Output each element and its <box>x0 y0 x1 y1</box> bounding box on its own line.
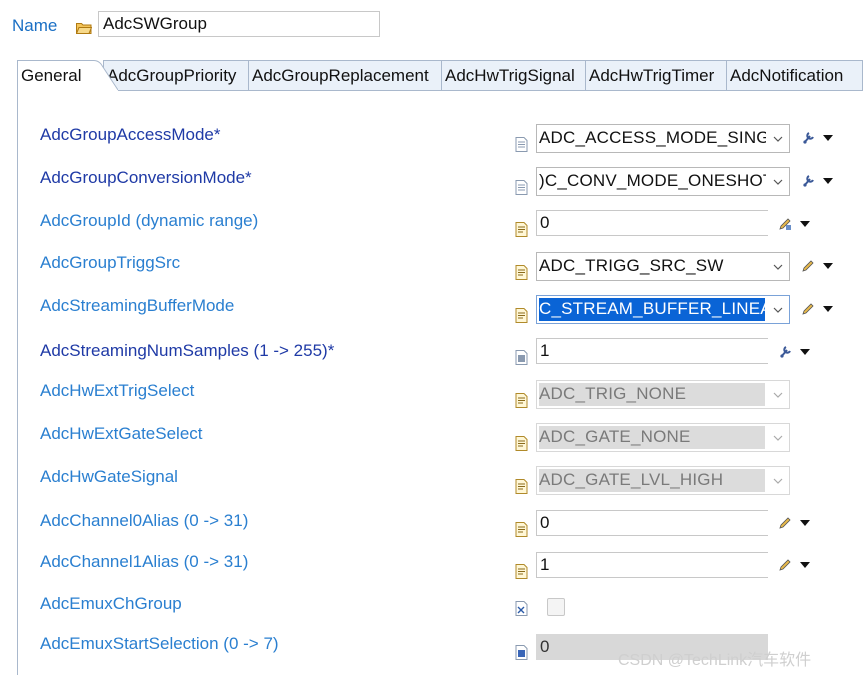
adc-emux-ch-group-checkbox[interactable] <box>547 598 565 616</box>
adc-emux-start-selection-label: AdcEmuxStartSelection (0 -> 7) <box>40 634 279 653</box>
document-icon <box>515 180 528 195</box>
edit-document-icon <box>515 265 528 280</box>
combo-value: ADC_GATE_NONE <box>539 427 691 446</box>
adc-group-access-mode-combo[interactable]: ADC_ACCESS_MODE_SINGLE <box>536 124 790 153</box>
pencil-calc-icon[interactable] <box>778 217 792 231</box>
pencil-icon[interactable] <box>801 259 815 273</box>
dropdown-arrow-icon[interactable] <box>822 305 834 313</box>
adc-group-access-mode-label: AdcGroupAccessMode* <box>40 125 221 144</box>
document-icon <box>515 137 528 152</box>
edit-document-icon <box>515 393 528 408</box>
edit-document-icon <box>515 436 528 451</box>
combo-value: ADC_TRIG_NONE <box>539 384 687 403</box>
name-label: Name <box>12 16 58 35</box>
adc-channel1-alias-label: AdcChannel1Alias (0 -> 31) <box>40 552 249 571</box>
adc-hw-ext-gate-select-combo: ADC_GATE_NONE <box>536 423 790 452</box>
calc-document-icon <box>515 350 528 365</box>
dropdown-arrow-icon[interactable] <box>822 262 834 270</box>
chevron-down-icon[interactable] <box>766 253 789 280</box>
combo-value: ADC_TRIGG_SRC_SW <box>539 256 724 275</box>
chevron-down-icon <box>766 424 789 451</box>
folder-icon <box>76 23 92 34</box>
tab-general[interactable]: General <box>17 60 89 91</box>
edit-document-icon <box>515 222 528 237</box>
dropdown-arrow-icon[interactable] <box>799 519 811 527</box>
tab-slant-decoration <box>88 60 118 91</box>
name-input[interactable] <box>98 11 380 37</box>
edit-document-icon <box>515 522 528 537</box>
combo-value: ADC_ACCESS_MODE_SINGLE <box>539 128 790 147</box>
adc-hw-ext-gate-select-label: AdcHwExtGateSelect <box>40 424 203 443</box>
adc-group-trigg-src-combo[interactable]: ADC_TRIGG_SRC_SW <box>536 252 790 281</box>
dropdown-arrow-icon[interactable] <box>822 177 834 185</box>
adc-group-conversion-mode-combo[interactable]: )C_CONV_MODE_ONESHOT <box>536 167 790 196</box>
adc-hw-gate-signal-label: AdcHwGateSignal <box>40 467 178 486</box>
adc-group-id-field[interactable]: 0 <box>536 210 768 236</box>
combo-value: C_STREAM_BUFFER_LINEAR <box>539 299 785 318</box>
edit-document-icon <box>515 479 528 494</box>
tab-adc-group-replacement[interactable]: AdcGroupReplacement <box>248 60 442 90</box>
adc-streaming-buffer-mode-label: AdcStreamingBufferMode <box>40 296 235 315</box>
chevron-down-icon[interactable] <box>766 296 789 323</box>
adc-hw-gate-signal-combo: ADC_GATE_LVL_HIGH <box>536 466 790 495</box>
adc-channel0-alias-field[interactable]: 0 <box>536 510 768 536</box>
adc-channel0-alias-label: AdcChannel0Alias (0 -> 31) <box>40 511 249 530</box>
adc-group-conversion-mode-label: AdcGroupConversionMode* <box>40 168 252 187</box>
dropdown-arrow-icon[interactable] <box>799 348 811 356</box>
tab-adc-notification[interactable]: AdcNotification <box>726 60 863 90</box>
tab-adc-hw-trig-timer[interactable]: AdcHwTrigTimer <box>585 60 727 90</box>
chevron-down-icon[interactable] <box>766 168 789 195</box>
tab-adc-hw-trig-signal[interactable]: AdcHwTrigSignal <box>441 60 586 90</box>
chevron-down-icon[interactable] <box>766 125 789 152</box>
wrench-icon[interactable] <box>801 131 815 145</box>
tab-adc-group-priority[interactable]: AdcGroupPriority <box>103 60 249 90</box>
wrench-icon[interactable] <box>778 345 792 359</box>
combo-value: )C_CONV_MODE_ONESHOT <box>539 171 774 190</box>
pencil-icon[interactable] <box>778 516 792 530</box>
edit-document-icon <box>515 564 528 579</box>
edit-document-icon <box>515 308 528 323</box>
pencil-icon[interactable] <box>778 558 792 572</box>
adc-emux-ch-group-label: AdcEmuxChGroup <box>40 594 182 613</box>
combo-value: ADC_GATE_LVL_HIGH <box>539 470 724 489</box>
adc-group-trigg-src-label: AdcGroupTriggSrc <box>40 253 181 272</box>
adc-streaming-num-samples-field[interactable]: 1 <box>536 338 768 364</box>
calc-document-icon <box>515 645 528 660</box>
pencil-icon[interactable] <box>801 302 815 316</box>
dropdown-arrow-icon[interactable] <box>799 561 811 569</box>
chevron-down-icon <box>766 381 789 408</box>
watermark: CSDN @TechLink汽车软件 <box>618 652 812 669</box>
tab-strip: General AdcGroupPriority AdcGroupReplace… <box>17 60 863 91</box>
chevron-down-icon <box>766 467 789 494</box>
dropdown-arrow-icon[interactable] <box>822 134 834 142</box>
adc-streaming-num-samples-label: AdcStreamingNumSamples (1 -> 255)* <box>40 341 335 360</box>
adc-group-id-label: AdcGroupId (dynamic range) <box>40 211 259 230</box>
adc-hw-ext-trig-select-label: AdcHwExtTrigSelect <box>40 381 195 400</box>
bool-document-icon <box>515 601 528 616</box>
adc-channel1-alias-field[interactable]: 1 <box>536 552 768 578</box>
adc-streaming-buffer-mode-combo[interactable]: C_STREAM_BUFFER_LINEAR <box>536 295 790 324</box>
dropdown-arrow-icon[interactable] <box>799 220 811 228</box>
adc-hw-ext-trig-select-combo: ADC_TRIG_NONE <box>536 380 790 409</box>
wrench-icon[interactable] <box>801 174 815 188</box>
